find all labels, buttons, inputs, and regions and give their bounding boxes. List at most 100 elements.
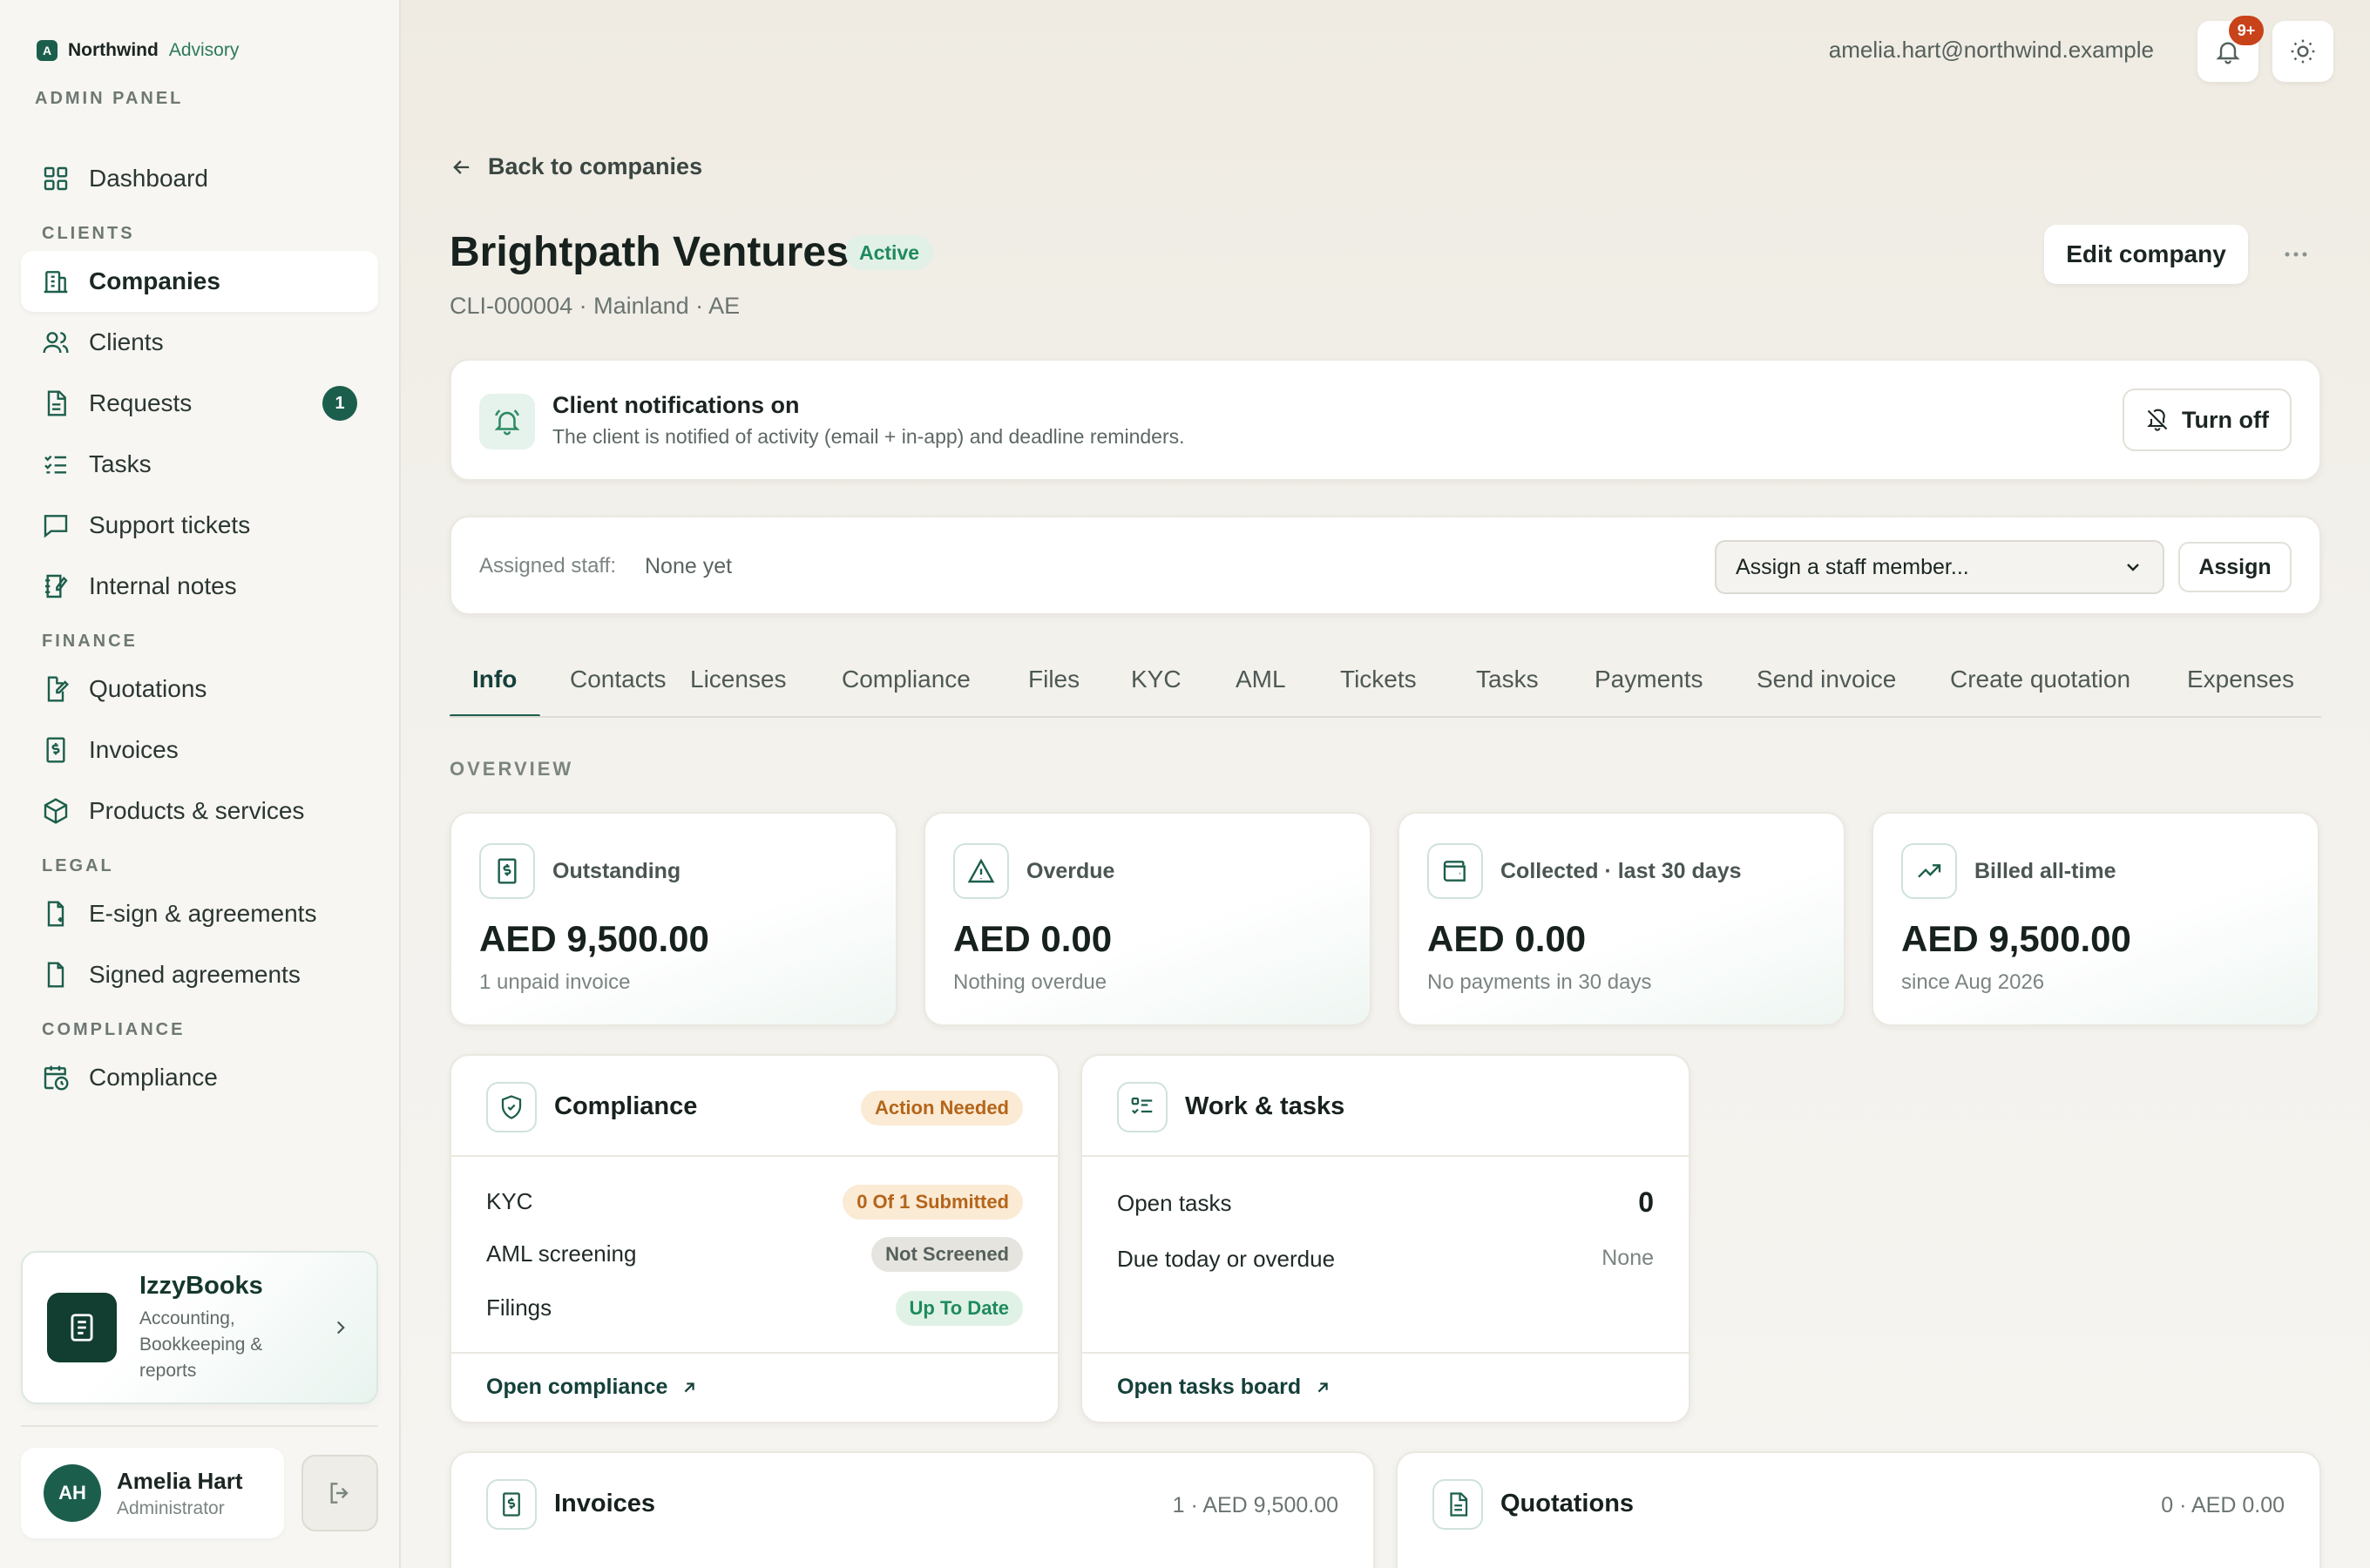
open-compliance-label: Open compliance bbox=[486, 1375, 668, 1399]
sidebar-item-internal-notes[interactable]: Internal notes bbox=[21, 556, 378, 617]
open-tasks-count: 0 bbox=[1638, 1186, 1654, 1218]
stat-value: AED 0.00 bbox=[953, 918, 1113, 959]
tab-create-quotation[interactable]: Create quotation bbox=[1950, 666, 2130, 693]
tab-expenses[interactable]: Expenses bbox=[2187, 666, 2294, 693]
status-badge: Active bbox=[845, 235, 934, 270]
stat-label: Outstanding bbox=[552, 859, 681, 883]
sidebar-item-signed[interactable]: Signed agreements bbox=[21, 944, 378, 1005]
nav-section-compliance: COMPLIANCE bbox=[42, 1020, 186, 1039]
compliance-status-badge: Action Needed bbox=[860, 1091, 1023, 1125]
avatar: AH bbox=[44, 1464, 101, 1522]
sidebar-item-compliance[interactable]: Compliance bbox=[21, 1047, 378, 1108]
package-icon bbox=[44, 798, 68, 824]
sidebar-item-dashboard[interactable]: Dashboard bbox=[21, 148, 378, 209]
logout-icon bbox=[330, 1483, 349, 1504]
tab-contacts[interactable]: Contacts bbox=[570, 666, 667, 693]
tab-aml[interactable]: AML bbox=[1236, 666, 1286, 693]
promo-text: IzzyBooks Accounting, Bookkeeping & repo… bbox=[139, 1272, 305, 1384]
sidebar-item-label: Internal notes bbox=[89, 572, 237, 599]
assign-button[interactable]: Assign bbox=[2178, 542, 2292, 592]
tab-licenses[interactable]: Licenses bbox=[690, 666, 787, 693]
app-root: A Northwind Advisory ADMIN PANEL Dashboa… bbox=[0, 0, 2370, 1568]
quotations-card: Quotations 0 · AED 0.00 bbox=[1396, 1451, 2321, 1568]
sidebar-item-products[interactable]: Products & services bbox=[21, 781, 378, 841]
panel-title: Work & tasks bbox=[1185, 1092, 1345, 1120]
sidebar-item-label: Clients bbox=[89, 328, 164, 355]
sidebar-item-invoices[interactable]: Invoices bbox=[21, 720, 378, 781]
sidebar-item-clients[interactable]: Clients bbox=[21, 312, 378, 373]
back-to-companies-link[interactable]: Back to companies bbox=[450, 153, 702, 180]
chevron-right-icon bbox=[336, 1321, 345, 1335]
more-options-button[interactable] bbox=[2272, 233, 2319, 275]
quotations-card-meta: 0 · AED 0.00 bbox=[2161, 1493, 2285, 1517]
alert-triangle-icon bbox=[953, 843, 1009, 899]
stat-sub: 1 unpaid invoice bbox=[479, 970, 631, 994]
user-email: amelia.hart@northwind.example bbox=[1828, 37, 2154, 63]
izzybooks-promo-card[interactable]: IzzyBooks Accounting, Bookkeeping & repo… bbox=[21, 1251, 378, 1404]
tab-tickets[interactable]: Tickets bbox=[1340, 666, 1417, 693]
nav-section-clients: CLIENTS bbox=[42, 224, 135, 243]
nav-section-legal: LEGAL bbox=[42, 856, 114, 875]
stat-value: AED 9,500.00 bbox=[479, 918, 709, 959]
open-tasks-board-label: Open tasks board bbox=[1117, 1375, 1302, 1399]
sidebar-item-support-tickets[interactable]: Support tickets bbox=[21, 495, 378, 556]
sidebar-item-label: Dashboard bbox=[89, 165, 208, 192]
open-tasks-board-link[interactable]: Open tasks board bbox=[1117, 1375, 1332, 1400]
tab-files[interactable]: Files bbox=[1028, 666, 1080, 693]
staff-select[interactable]: Assign a staff member... bbox=[1715, 540, 2164, 594]
sidebar-item-label: Requests bbox=[89, 389, 193, 416]
requests-count-badge: 1 bbox=[322, 386, 357, 421]
sidebar-item-requests[interactable]: Requests 1 bbox=[21, 373, 378, 434]
turn-off-notifications-button[interactable]: Turn off bbox=[2123, 389, 2292, 451]
bell-off-icon bbox=[2147, 409, 2168, 431]
user-card[interactable]: AH Amelia Hart Administrator bbox=[21, 1448, 284, 1538]
sidebar-item-label: Signed agreements bbox=[89, 961, 301, 988]
invoice-icon bbox=[486, 1479, 537, 1530]
edit-company-button[interactable]: Edit company bbox=[2044, 225, 2248, 284]
tab-tasks[interactable]: Tasks bbox=[1476, 666, 1539, 693]
nav-section-finance: FINANCE bbox=[42, 632, 138, 651]
sidebar-item-esign[interactable]: E-sign & agreements bbox=[21, 883, 378, 944]
tab-compliance[interactable]: Compliance bbox=[842, 666, 971, 693]
file-check-icon bbox=[47, 962, 64, 988]
sidebar-item-tasks[interactable]: Tasks bbox=[21, 434, 378, 495]
sidebar-divider bbox=[21, 1425, 378, 1427]
aml-status-badge: Not Screened bbox=[871, 1237, 1023, 1272]
sidebar-item-companies[interactable]: Companies bbox=[21, 251, 378, 312]
brand-logo[interactable]: A Northwind Advisory bbox=[37, 40, 239, 61]
user-role: Administrator bbox=[117, 1497, 225, 1518]
logout-button[interactable] bbox=[301, 1455, 378, 1531]
stat-label: Overdue bbox=[1026, 859, 1115, 883]
calendar-clock-icon bbox=[44, 1065, 69, 1091]
sidebar-item-quotations[interactable]: Quotations bbox=[21, 659, 378, 720]
stat-card-billed: Billed all-time AED 9,500.00 since Aug 2… bbox=[1872, 812, 2319, 1026]
arrow-up-right-icon bbox=[685, 1382, 695, 1392]
sidebar-item-label: Tasks bbox=[89, 450, 152, 477]
tab-payments[interactable]: Payments bbox=[1595, 666, 1703, 693]
main-content: amelia.hart@northwind.example 9+ Back to… bbox=[401, 0, 2370, 1568]
filings-status-badge: Up To Date bbox=[895, 1291, 1023, 1326]
open-compliance-link[interactable]: Open compliance bbox=[486, 1375, 699, 1400]
stat-value: AED 0.00 bbox=[1427, 918, 1587, 959]
due-tasks-label: Due today or overdue bbox=[1117, 1246, 1336, 1272]
notifications-button[interactable]: 9+ bbox=[2197, 16, 2264, 82]
client-notifications-card: Client notifications on The client is no… bbox=[450, 359, 2321, 481]
sidebar-item-label: E-sign & agreements bbox=[89, 900, 317, 927]
stat-sub: No payments in 30 days bbox=[1427, 970, 1652, 994]
aml-label: AML screening bbox=[486, 1240, 637, 1267]
sidebar-item-label: Quotations bbox=[89, 675, 207, 702]
theme-toggle-button[interactable] bbox=[2272, 21, 2333, 82]
tab-send-invoice[interactable]: Send invoice bbox=[1757, 666, 1896, 693]
notebook-pen-icon bbox=[45, 574, 68, 598]
tab-info[interactable]: Info bbox=[472, 666, 517, 693]
tab-kyc[interactable]: KYC bbox=[1131, 666, 1182, 693]
brand-sub: Advisory bbox=[168, 40, 240, 60]
bell-ring-icon bbox=[479, 394, 535, 449]
book-icon bbox=[47, 1293, 117, 1362]
compliance-panel: Compliance Action Needed KYC 0 Of 1 Subm… bbox=[450, 1054, 1060, 1423]
sidebar: A Northwind Advisory ADMIN PANEL Dashboa… bbox=[0, 0, 401, 1568]
due-tasks-value: None bbox=[1601, 1246, 1654, 1270]
invoice-icon bbox=[479, 843, 535, 899]
file-signature-icon bbox=[47, 901, 64, 927]
notifications-desc: The client is notified of activity (emai… bbox=[552, 425, 1185, 448]
